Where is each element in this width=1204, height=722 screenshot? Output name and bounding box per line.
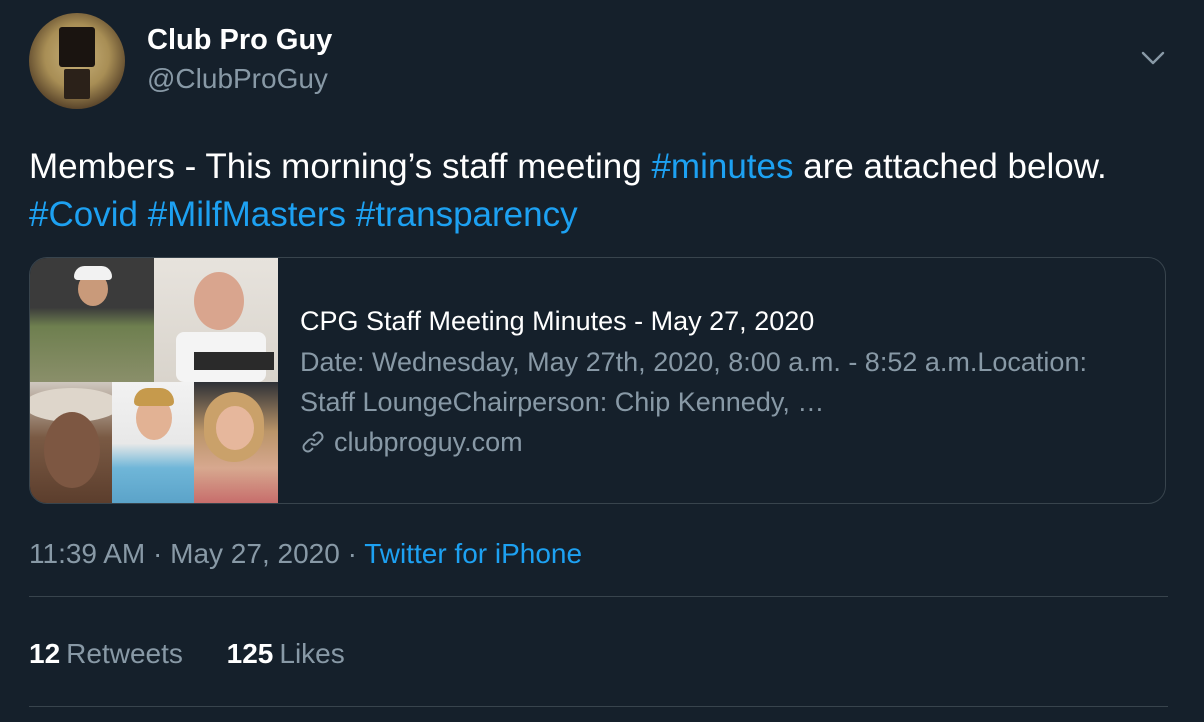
- tweet-source-link[interactable]: Twitter for iPhone: [364, 538, 582, 569]
- hashtag-link[interactable]: #transparency: [356, 195, 578, 234]
- tweet-time[interactable]: 11:39 AM: [29, 538, 145, 569]
- meta-separator: ·: [347, 538, 357, 569]
- card-image[interactable]: [30, 258, 278, 503]
- card-image-tile: [30, 382, 112, 503]
- tweet-detail: Club Pro Guy @ClubProGuy Members - This …: [0, 0, 1204, 722]
- card-body[interactable]: CPG Staff Meeting Minutes - May 27, 2020…: [300, 302, 1140, 462]
- tweet-text-part: are attached below.: [793, 147, 1107, 186]
- retweets-count: 12: [29, 638, 61, 669]
- retweets-label: Retweets: [66, 638, 183, 669]
- link-icon: [302, 431, 324, 453]
- card-image-tile: [194, 382, 278, 503]
- card-domain[interactable]: clubproguy.com: [300, 422, 1140, 462]
- card-image-tile: [30, 258, 154, 382]
- avatar[interactable]: [29, 13, 125, 109]
- card-image-tile: [154, 258, 278, 382]
- avatar-plaque-shape: [59, 27, 95, 67]
- meta-separator: ·: [153, 538, 163, 569]
- card-domain-text: clubproguy.com: [334, 427, 523, 457]
- likes-count: 125: [226, 638, 274, 669]
- tweet-date[interactable]: May 27, 2020: [170, 538, 340, 569]
- tweet-text: Members - This morning’s staff meeting #…: [29, 143, 1169, 239]
- hashtag-link[interactable]: #minutes: [651, 147, 793, 186]
- tweet-meta: 11:39 AM · May 27, 2020 · Twitter for iP…: [29, 538, 582, 570]
- card-title[interactable]: CPG Staff Meeting Minutes - May 27, 2020: [300, 302, 1140, 340]
- link-card[interactable]: CPG Staff Meeting Minutes - May 27, 2020…: [29, 257, 1166, 504]
- avatar-base-shape: [64, 69, 90, 99]
- likes-stat[interactable]: 125 Likes: [227, 638, 345, 670]
- tweet-stats: 12 Retweets 125 Likes: [29, 638, 381, 670]
- divider: [29, 706, 1168, 707]
- hashtag-link[interactable]: #Covid: [29, 195, 138, 234]
- hashtag-link[interactable]: #MilfMasters: [148, 195, 346, 234]
- likes-label: Likes: [279, 638, 345, 669]
- card-image-tile: [112, 382, 194, 503]
- author-display-name[interactable]: Club Pro Guy: [147, 24, 332, 57]
- tweet-text-part: Members - This morning’s staff meeting: [29, 147, 652, 186]
- retweets-stat[interactable]: 12 Retweets: [29, 638, 183, 670]
- divider: [29, 596, 1168, 597]
- author-handle[interactable]: @ClubProGuy: [147, 63, 328, 95]
- chevron-down-icon[interactable]: [1140, 48, 1166, 68]
- card-description: Date: Wednesday, May 27th, 2020, 8:00 a.…: [300, 347, 1087, 417]
